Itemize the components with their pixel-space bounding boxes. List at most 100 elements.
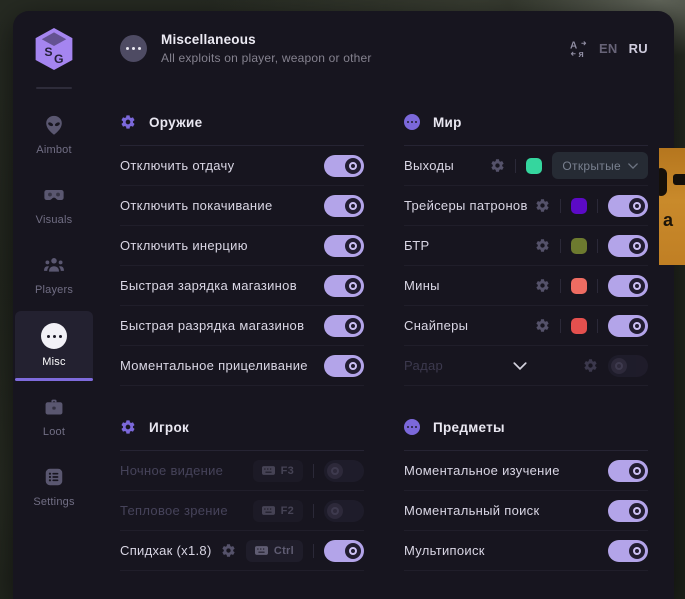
briefcase-icon (42, 395, 66, 419)
hotkey-badge[interactable]: Ctrl (246, 540, 303, 562)
feature-row: Ночное видение F3 (120, 451, 364, 491)
toggle-switch[interactable] (324, 540, 364, 562)
divider (597, 199, 598, 213)
alien-icon (42, 113, 66, 137)
color-swatch[interactable] (571, 238, 587, 254)
toggle-switch[interactable] (608, 235, 648, 257)
page-subtitle: All exploits on player, weapon or other (161, 51, 372, 65)
sidebar-item-label: Loot (43, 426, 65, 438)
feature-label: Быстрая зарядка магазинов (120, 278, 297, 293)
feature-row: Моментальное изучение (404, 451, 648, 491)
feature-label: Мультипоиск (404, 543, 485, 558)
page-header: Miscellaneous All exploits on player, we… (95, 11, 674, 85)
feature-label: Выходы (404, 158, 454, 173)
gear-icon[interactable] (535, 278, 550, 293)
toggle-switch[interactable] (324, 460, 364, 482)
toggle-switch[interactable] (324, 155, 364, 177)
sidebar-item-loot[interactable]: Loot (15, 383, 93, 448)
app-window: S G Aimbot Visuals (13, 11, 674, 599)
section-player-header: Игрок (120, 416, 364, 438)
chevron-down-icon (628, 163, 638, 169)
section-title: Мир (433, 115, 462, 130)
toggle-switch[interactable] (608, 460, 648, 482)
toggle-switch[interactable] (608, 315, 648, 337)
feature-label: Тепловое зрение (120, 503, 228, 518)
toggle-switch[interactable] (608, 540, 648, 562)
chevron-down-icon[interactable] (513, 362, 527, 370)
divider (560, 279, 561, 293)
feature-label: Трейсеры патронов (404, 198, 528, 213)
sidebar-item-misc[interactable]: Misc (15, 311, 93, 378)
gear-icon[interactable] (583, 358, 598, 373)
sidebar-item-aimbot[interactable]: Aimbot (15, 101, 93, 166)
feature-row: Спидхак (x1.8) Ctrl (120, 531, 364, 571)
divider (597, 319, 598, 333)
right-column: Мир Выходы Открытые (404, 91, 648, 571)
divider (515, 159, 516, 173)
lang-ru-button[interactable]: RU (629, 41, 648, 56)
section-items-header: Предметы (404, 416, 648, 438)
toggle-switch[interactable] (608, 275, 648, 297)
sidebar-item-visuals[interactable]: Visuals (15, 171, 93, 236)
divider (597, 279, 598, 293)
toggle-switch[interactable] (324, 275, 364, 297)
toggle-switch[interactable] (324, 195, 364, 217)
svg-text:G: G (54, 52, 64, 66)
section-world-header: Мир (404, 111, 648, 133)
feature-label: Отключить отдачу (120, 158, 234, 173)
divider (313, 504, 314, 518)
divider (560, 319, 561, 333)
feature-label: Мины (404, 278, 440, 293)
feature-row: Мультипоиск (404, 531, 648, 571)
gear-icon[interactable] (535, 238, 550, 253)
section-weapon-header: Оружие (120, 111, 364, 133)
sidebar-item-players[interactable]: Players (15, 241, 93, 306)
divider (560, 239, 561, 253)
app-logo-icon: S G (33, 27, 75, 71)
feature-row: Быстрая разрядка магазинов (120, 306, 364, 346)
exits-dropdown[interactable]: Открытые (552, 152, 648, 179)
sidebar-item-settings[interactable]: Settings (15, 453, 93, 518)
feature-label: Моментальное изучение (404, 463, 560, 478)
hotkey-badge[interactable]: F2 (253, 500, 303, 522)
svg-text:я: я (578, 49, 583, 58)
feature-row: Быстрая зарядка магазинов (120, 266, 364, 306)
feature-row: Выходы Открытые (404, 146, 648, 186)
left-column: Оружие Отключить отдачу Отключить покачи… (120, 91, 364, 571)
divider (560, 199, 561, 213)
translate-icon: A я (569, 39, 588, 58)
color-swatch[interactable] (571, 198, 587, 214)
feature-row: Трейсеры патронов (404, 186, 648, 226)
color-swatch[interactable] (571, 278, 587, 294)
sidebar-divider (36, 87, 72, 89)
gear-icon[interactable] (221, 543, 236, 558)
feature-label: Радар (404, 358, 443, 373)
toggle-switch[interactable] (324, 235, 364, 257)
color-swatch[interactable] (526, 158, 542, 174)
toggle-switch[interactable] (608, 195, 648, 217)
toggle-switch[interactable] (608, 500, 648, 522)
sidebar-item-label: Settings (33, 496, 74, 508)
feature-row: Мины (404, 266, 648, 306)
toggle-switch[interactable] (324, 315, 364, 337)
ellipsis-icon (404, 419, 420, 435)
sidebar-item-label: Players (35, 284, 73, 296)
hotkey-badge[interactable]: F3 (253, 460, 303, 482)
feature-label: Снайперы (404, 318, 468, 333)
feature-label: Спидхак (x1.8) (120, 543, 212, 558)
feature-row: Отключить покачивание (120, 186, 364, 226)
gear-icon[interactable] (535, 318, 550, 333)
lang-en-button[interactable]: EN (599, 41, 618, 56)
feature-label: Отключить покачивание (120, 198, 273, 213)
toggle-switch[interactable] (324, 500, 364, 522)
color-swatch[interactable] (571, 318, 587, 334)
toggle-switch[interactable] (324, 355, 364, 377)
background-artifact: а (659, 148, 685, 265)
gear-icon (120, 114, 136, 130)
svg-text:S: S (44, 45, 52, 59)
ellipsis-icon (404, 114, 420, 130)
feature-row: БТР (404, 226, 648, 266)
toggle-switch[interactable] (608, 355, 648, 377)
gear-icon[interactable] (535, 198, 550, 213)
gear-icon[interactable] (490, 158, 505, 173)
